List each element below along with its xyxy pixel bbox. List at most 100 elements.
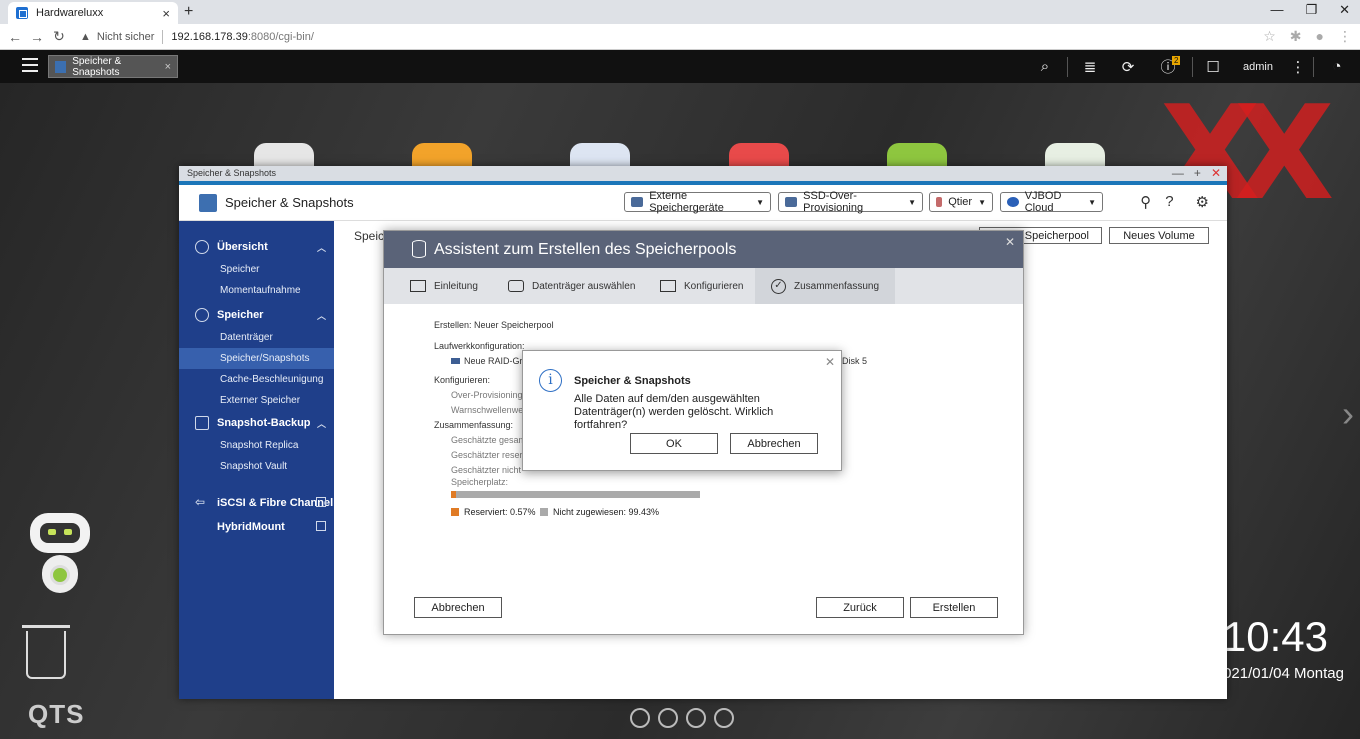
dock-tools-icon[interactable] <box>658 708 678 728</box>
next-page-chevron-icon[interactable]: › <box>1342 393 1354 435</box>
minimize-icon[interactable]: — <box>1172 166 1184 181</box>
desktop-date: 021/01/04 Montag <box>1223 665 1344 682</box>
step-intro: Einleitung <box>410 268 478 304</box>
database-icon <box>195 308 209 322</box>
dropdown-label: VJBOD Cloud <box>1024 190 1062 214</box>
dock-sync-icon[interactable] <box>630 708 650 728</box>
sidebar-item-speicher-snapshots[interactable]: Speicher/Snapshots <box>179 348 334 369</box>
ssd-icon <box>785 197 798 207</box>
menu-dots-icon[interactable]: ⋮ <box>1338 28 1352 45</box>
storage-app-icon <box>55 60 67 73</box>
main-title: Speic <box>354 229 385 243</box>
close-tab-icon[interactable]: × <box>162 6 170 21</box>
dialog-message: Alle Daten auf dem/den ausgewählten Date… <box>574 393 774 431</box>
close-app-tab-icon[interactable]: × <box>165 61 171 73</box>
star-icon[interactable]: ☆ <box>1263 28 1276 45</box>
taskbar-app-label: Speicher & Snapshots <box>72 55 122 78</box>
cancel-button[interactable]: Abbrechen <box>730 433 818 454</box>
maximize-icon[interactable]: + <box>1194 166 1201 181</box>
sidebar-item-datentraeger[interactable]: Datenträger <box>179 327 334 348</box>
check-icon: ✓ <box>771 278 786 294</box>
extension-puzzle-icon[interactable]: ✱ <box>1290 28 1302 45</box>
wizard-create-button[interactable]: Erstellen <box>910 597 998 618</box>
url-field[interactable]: 192.168.178.39:8080/cgi-bin/ <box>171 31 314 43</box>
user-name[interactable]: admin <box>1233 61 1283 73</box>
trash-icon[interactable] <box>22 625 70 679</box>
robot-eye <box>48 529 56 535</box>
sidebar-link-iscsi[interactable]: ⇦ iSCSI & Fibre Channel <box>179 491 334 515</box>
disk-icon <box>508 280 524 292</box>
qboost-robot-icon[interactable] <box>22 513 98 603</box>
sync-icon[interactable]: ⟳ <box>1112 58 1144 76</box>
sidebar-item-external[interactable]: Externer Speicher <box>179 390 334 411</box>
diagnostics-icon[interactable]: ⚲ <box>1140 193 1151 211</box>
browser-tab[interactable]: Hardwareluxx × <box>8 2 178 24</box>
settings-gear-icon[interactable]: ⚙ <box>1196 193 1209 211</box>
chevron-up-icon[interactable]: ︿ <box>317 241 326 254</box>
help-icon[interactable]: ? <box>1165 193 1173 211</box>
qtier-dropdown[interactable]: Qtier ▼ <box>929 192 993 212</box>
taskbar-app-tab[interactable]: Speicher & Snapshots × <box>48 55 178 78</box>
task-stack-icon[interactable]: ≣ <box>1068 58 1112 76</box>
new-volume-button[interactable]: Neues Volume <box>1109 227 1209 244</box>
close-icon[interactable]: ✕ <box>825 355 835 369</box>
sidebar-section-snapshot-backup[interactable]: Snapshot-Backup ︿ <box>179 411 334 435</box>
drive-config-label: Laufwerkkonfiguration: <box>434 341 525 351</box>
step-label: Zusammenfassung <box>794 280 880 292</box>
maximize-button[interactable]: ❐ <box>1305 2 1317 18</box>
minimize-button[interactable]: — <box>1270 2 1283 18</box>
dropdown-label: Qtier <box>948 196 973 208</box>
external-storage-dropdown[interactable]: Externe Speichergeräte ▼ <box>624 190 771 214</box>
dashboard-gauge-icon[interactable]: ◔ <box>1314 58 1360 75</box>
vjbod-cloud-dropdown[interactable]: VJBOD Cloud ▼ <box>1000 190 1103 214</box>
user-avatar-icon[interactable]: ☐ <box>1193 58 1233 76</box>
storage-pool-icon <box>412 240 426 258</box>
ssd-overprovisioning-dropdown[interactable]: SSD-Over-Provisioning ▼ <box>778 190 923 214</box>
sidebar-item-snapshot-replica[interactable]: Snapshot Replica <box>179 435 334 456</box>
window-controls: — ❐ ✕ <box>1270 2 1350 18</box>
configure-icon <box>660 280 676 292</box>
wizard-header: Assistent zum Erstellen des Speicherpool… <box>384 231 1023 268</box>
sidebar-item-cache[interactable]: Cache-Beschleunigung <box>179 369 334 390</box>
main-menu-icon[interactable] <box>22 58 38 72</box>
new-tab-button[interactable]: + <box>184 3 193 21</box>
search-icon[interactable]: ⌕ <box>1023 58 1067 75</box>
forward-arrow-icon[interactable]: → <box>26 29 48 45</box>
sidebar-link-hybridmount[interactable]: HybridMount <box>179 515 334 539</box>
est-reserved-label: Geschätzter reserv <box>451 450 528 460</box>
warning-triangle-icon[interactable]: ▲ <box>80 31 91 43</box>
sidebar-item-snapshot-vault[interactable]: Snapshot Vault <box>179 456 334 477</box>
sidebar-section-storage[interactable]: Speicher ︿ <box>179 303 334 327</box>
ok-button[interactable]: OK <box>630 433 718 454</box>
sidebar-item-momentaufnahme[interactable]: Momentaufnahme <box>179 280 334 301</box>
sidebar-item-speicher[interactable]: Speicher <box>179 259 334 280</box>
qts-brand: QTS <box>28 699 85 729</box>
dashboard-icon <box>195 240 209 254</box>
app-window-controls: — + ✕ <box>1172 166 1221 181</box>
chevron-up-icon[interactable]: ︿ <box>317 309 326 322</box>
disk-label: Disk 5 <box>842 356 868 366</box>
url-host: 192.168.178.39 <box>171 30 248 43</box>
profile-avatar-icon[interactable]: ● <box>1316 28 1324 45</box>
back-arrow-icon[interactable]: ← <box>4 29 26 45</box>
security-label[interactable]: Nicht sicher <box>97 31 154 43</box>
reload-icon[interactable]: ↻ <box>48 28 70 45</box>
chevron-down-icon: ▼ <box>1088 197 1096 207</box>
close-icon[interactable]: ✕ <box>1211 166 1221 181</box>
raid-disk-icon <box>451 358 460 364</box>
dialog-title: Speicher & Snapshots <box>574 375 691 387</box>
dock-display-icon[interactable] <box>686 708 706 728</box>
notification-icon[interactable]: ⓘ 2 <box>1144 56 1192 77</box>
close-icon[interactable]: ✕ <box>1005 235 1015 249</box>
window-titlebar[interactable]: Speicher & Snapshots — + ✕ <box>179 166 1227 181</box>
address-bar: ← → ↻ ▲ Nicht sicher 192.168.178.39:8080… <box>0 24 1360 50</box>
wizard-title: Assistent zum Erstellen des Speicherpool… <box>434 240 737 258</box>
sidebar-section-overview[interactable]: Übersicht ︿ <box>179 235 334 259</box>
more-dots-icon[interactable]: ⋮ <box>1283 58 1313 76</box>
capacity-reserved-fill <box>451 491 456 498</box>
chevron-up-icon[interactable]: ︿ <box>317 417 326 430</box>
wizard-back-button[interactable]: Zurück <box>816 597 904 618</box>
dock-monitor-icon[interactable] <box>714 708 734 728</box>
close-window-button[interactable]: ✕ <box>1339 2 1350 18</box>
wizard-cancel-button[interactable]: Abbrechen <box>414 597 502 618</box>
